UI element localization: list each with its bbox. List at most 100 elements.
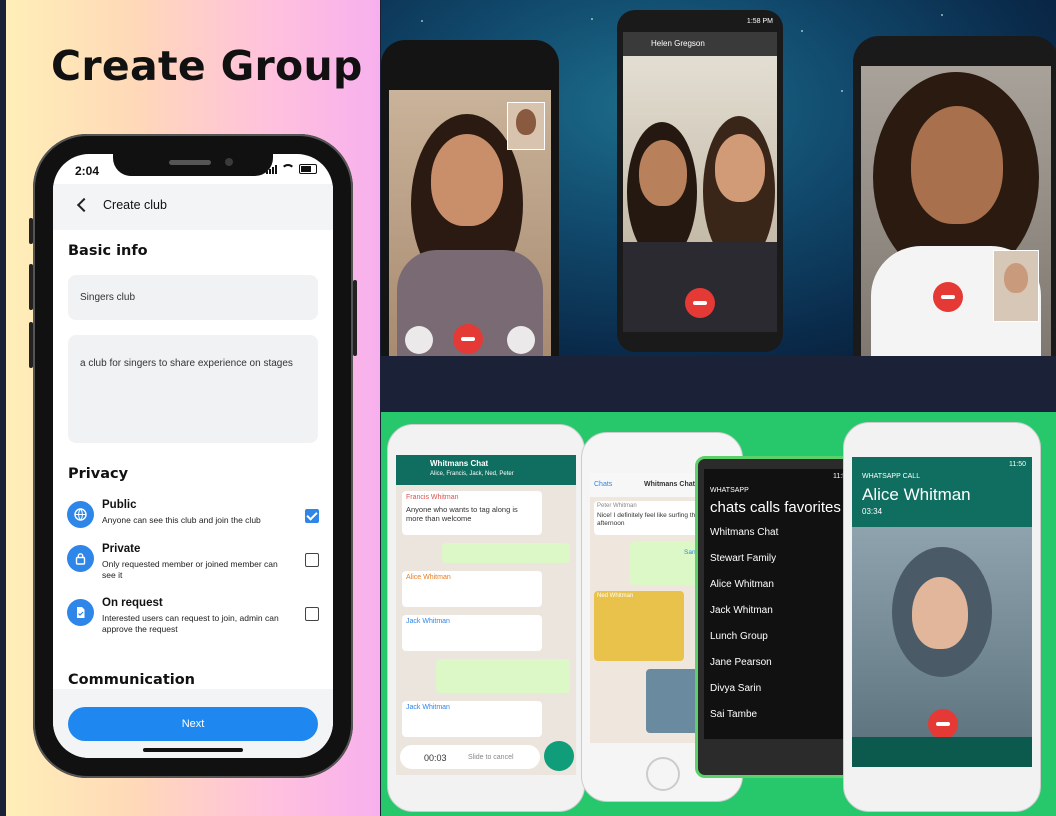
pivot-tabs[interactable]: chats calls favorites: [710, 499, 841, 516]
video-call-phone-right: [853, 36, 1056, 356]
camera-switch-icon[interactable]: [405, 326, 433, 354]
recording-bar: 00:03 Slide to cancel: [400, 745, 540, 769]
chat-list-item[interactable]: Alice Whitman: [710, 579, 774, 590]
public-checkbox[interactable]: [305, 509, 319, 523]
app-header: Create club: [53, 184, 333, 230]
call-duration: 03:34: [862, 507, 883, 516]
document-icon: [67, 599, 94, 626]
chat-list-item[interactable]: Divya Sarin: [710, 683, 761, 694]
chat-header: Whitmans Chat Alice, Francis, Jack, Ned,…: [396, 455, 576, 485]
chat-list-item[interactable]: Jack Whitman: [710, 605, 773, 616]
privacy-option-private[interactable]: Private Only requested member or joined …: [67, 543, 319, 587]
phone-power-button: [353, 280, 357, 356]
header-title: Create club: [103, 198, 167, 212]
on-request-checkbox[interactable]: [305, 607, 319, 621]
call-header-bar: Helen Gregson: [623, 32, 777, 56]
phone-screen: 2:04 Create club Basic info Singers club…: [53, 154, 333, 758]
caller-name: Alice Whitman: [862, 485, 971, 504]
mute-mic-icon[interactable]: [507, 326, 535, 354]
chat-title: Whitmans Chat: [644, 481, 695, 488]
status-time: 11:50: [1009, 461, 1026, 468]
chat-name: Whitmans Chat: [430, 459, 489, 468]
voice-message: Jack Whitman: [402, 615, 542, 651]
video-call-illustration: Helen Gregson 1:58 PM: [381, 0, 1056, 356]
status-time: 1:58 PM: [746, 18, 773, 25]
caller-photo: [852, 527, 1032, 737]
sticker-message: [442, 543, 570, 563]
back-to-chats[interactable]: Chats: [594, 481, 612, 488]
signal-icon: [266, 164, 277, 174]
video-call-screen: [389, 90, 551, 356]
club-name-value: Singers club: [80, 292, 136, 303]
next-button[interactable]: Next: [68, 707, 318, 741]
privacy-option-public[interactable]: Public Anyone can see this club and join…: [67, 499, 319, 543]
contact-name: Helen Gregson: [651, 39, 705, 48]
call-phone-android: 11:50 WHATSAPP CALL Alice Whitman 03:34: [843, 422, 1041, 812]
communication-heading: Communication: [68, 672, 196, 688]
video-call-phone-left: [381, 40, 559, 356]
chat-list-item[interactable]: Whitmans Chat: [710, 527, 778, 538]
chat-list-item[interactable]: Sai Tambe: [710, 709, 757, 720]
option-description: Anyone can see this club and join the cl…: [102, 515, 261, 525]
image-message: Ned Whitman: [594, 591, 684, 661]
phone-notch: [113, 154, 273, 176]
end-call-icon[interactable]: [453, 324, 483, 354]
back-arrow-icon[interactable]: [76, 197, 92, 213]
option-title: On request: [102, 597, 163, 609]
sender-name: Ned Whitman: [597, 593, 634, 599]
lock-icon: [67, 545, 94, 572]
option-title: Private: [102, 543, 141, 555]
wifi-icon: [281, 164, 295, 174]
chat-list-item[interactable]: Stewart Family: [710, 553, 776, 564]
record-timer: 00:03: [424, 753, 447, 763]
club-description-input[interactable]: a club for singers to share experience o…: [68, 335, 318, 443]
slide-to-cancel: Slide to cancel: [468, 754, 514, 761]
voice-message: [436, 659, 570, 693]
chat-list-item[interactable]: Lunch Group: [710, 631, 768, 642]
sender-name: Jack Whitman: [406, 704, 450, 711]
sender-name: Francis Whitman: [406, 494, 459, 501]
call-label: WHATSAPP CALL: [862, 473, 921, 480]
privacy-heading: Privacy: [68, 466, 129, 482]
voice-call-screen: 11:50 WHATSAPP CALL Alice Whitman 03:34: [852, 457, 1032, 767]
sender-name: Jack Whitman: [406, 618, 450, 625]
self-view-thumbnail: [507, 102, 545, 150]
chat-screen: Whitmans Chat Alice, Francis, Jack, Ned,…: [396, 455, 576, 775]
status-icons: [266, 164, 317, 174]
globe-icon: [67, 501, 94, 528]
end-call-icon[interactable]: [933, 282, 963, 312]
phone-mockup: 2:04 Create club Basic info Singers club…: [29, 134, 357, 778]
home-button[interactable]: [646, 757, 680, 791]
microphone-icon[interactable]: [544, 741, 574, 771]
chat-members: Alice, Francis, Jack, Ned, Peter: [430, 471, 514, 477]
sender-name: Peter Whitman: [597, 503, 637, 509]
basic-info-heading: Basic info: [68, 243, 148, 259]
phone-volume-down: [29, 322, 33, 368]
message-text: Anyone who wants to tag along is more th…: [406, 505, 518, 523]
message-text: Nice! I definitely feel like surfing thi…: [597, 512, 700, 527]
home-indicator: [143, 748, 243, 752]
end-call-icon[interactable]: [685, 288, 715, 318]
call-controls-bar: [852, 737, 1032, 767]
video-call-screen: Helen Gregson: [623, 32, 777, 332]
battery-icon: [299, 164, 317, 174]
chat-phone-windows: 11:50 WHATSAPP chats calls favorites Whi…: [695, 456, 865, 778]
private-checkbox[interactable]: [305, 553, 319, 567]
page-title: Create Group: [51, 42, 363, 90]
phone-mute-switch: [29, 218, 33, 244]
option-title: Public: [102, 499, 137, 511]
option-description: Interested users can request to join, ad…: [102, 613, 279, 634]
club-description-value: a club for singers to share experience o…: [80, 358, 293, 369]
phone-volume-up: [29, 264, 33, 310]
chat-list-item[interactable]: Jane Pearson: [710, 657, 772, 668]
whatsapp-chat-illustration: Whitmans Chat Alice, Francis, Jack, Ned,…: [381, 412, 1056, 816]
club-name-input[interactable]: Singers club: [68, 275, 318, 320]
end-call-icon[interactable]: [928, 709, 958, 739]
video-call-screen: [861, 66, 1051, 356]
voice-message: Jack Whitman: [402, 701, 542, 737]
front-camera: [225, 158, 233, 166]
app-name: WHATSAPP: [710, 487, 749, 494]
option-description: Only requested member or joined member c…: [102, 559, 278, 580]
privacy-option-on-request[interactable]: On request Interested users can request …: [67, 597, 319, 641]
self-view-thumbnail: [993, 250, 1039, 322]
